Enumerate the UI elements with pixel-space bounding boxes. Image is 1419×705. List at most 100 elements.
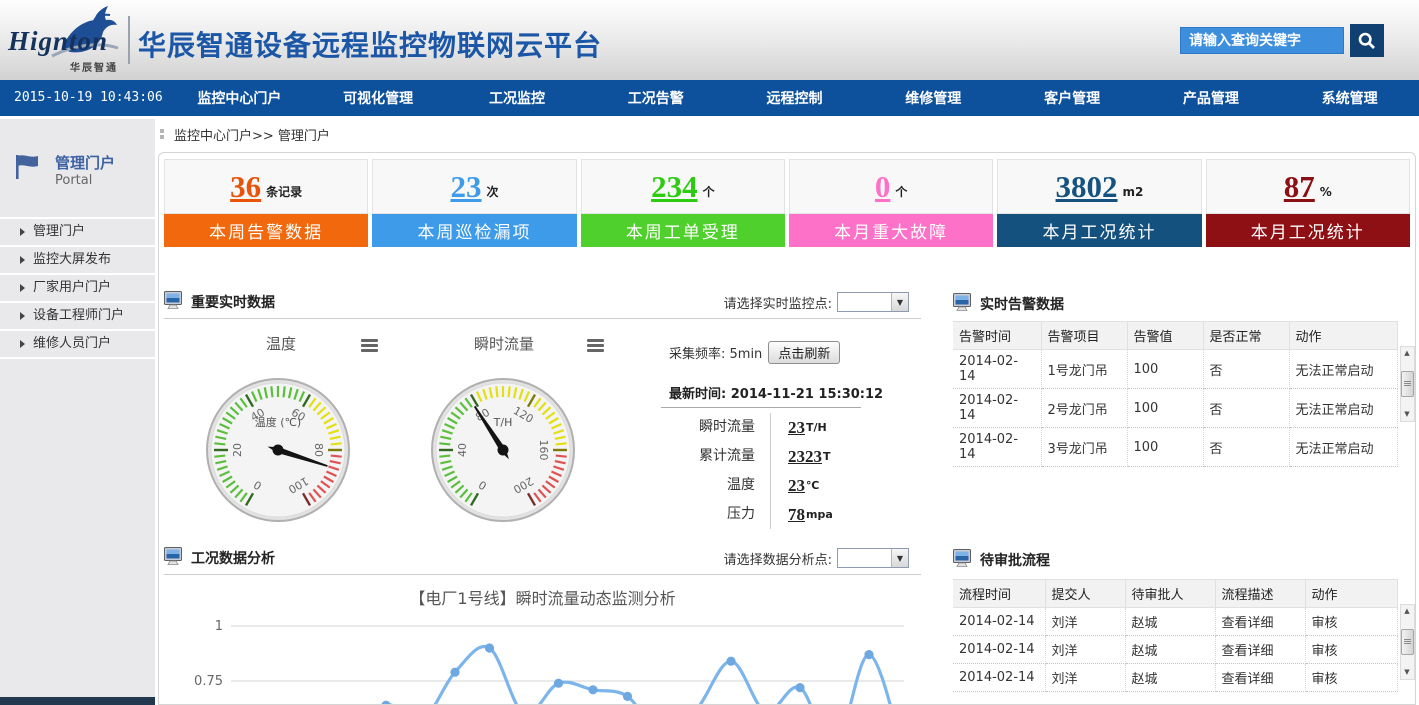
stat-card-label[interactable]: 本月重大故障 bbox=[789, 214, 993, 247]
table-cell: 无法正常启动 bbox=[1289, 350, 1397, 389]
scroll-up-icon[interactable]: ▲ bbox=[1404, 347, 1409, 360]
stat-unit: 次 bbox=[486, 183, 498, 200]
stat-card-5: 3802m2本月工况统计 bbox=[997, 159, 1201, 247]
nav-item-4[interactable]: 工况告警 bbox=[586, 80, 725, 116]
stat-card-label[interactable]: 本月工况统计 bbox=[997, 214, 1201, 247]
readings-list: 瞬时流量23T/H累计流量2323T温度23℃压力78mpa bbox=[654, 413, 869, 529]
nav-item-1[interactable]: 监控中心门户 bbox=[170, 80, 309, 116]
sidebar-item-3[interactable]: 厂家用户门户 bbox=[0, 275, 155, 303]
table-cell: 100 bbox=[1127, 350, 1203, 389]
scrollbar-track[interactable] bbox=[1401, 618, 1414, 666]
column-header: 告警值 bbox=[1127, 322, 1203, 350]
search-button[interactable] bbox=[1350, 24, 1384, 57]
stat-card-6: 87%本月工况统计 bbox=[1206, 159, 1410, 247]
stat-card-label[interactable]: 本周巡检漏项 bbox=[372, 214, 576, 247]
arrow-right-icon bbox=[20, 256, 25, 264]
stat-card-1: 36条记录本周告警数据 bbox=[164, 159, 368, 247]
stat-card-label[interactable]: 本周告警数据 bbox=[164, 214, 368, 247]
stat-card-value-area: 87% bbox=[1206, 159, 1410, 214]
svg-text:温度 (℃): 温度 (℃) bbox=[255, 415, 301, 429]
table-cell: 无法正常启动 bbox=[1289, 389, 1397, 428]
table-row[interactable]: 2014-02-142号龙门吊100否无法正常启动 bbox=[953, 389, 1397, 428]
scroll-down-icon[interactable]: ▼ bbox=[1404, 408, 1409, 421]
thumb-grip bbox=[1404, 381, 1411, 382]
table-cell: 100 bbox=[1127, 389, 1203, 428]
table-row[interactable]: 2014-02-14刘洋赵城查看详细审核 bbox=[953, 664, 1397, 692]
readings-divider bbox=[661, 407, 861, 408]
stat-card-value-area: 0个 bbox=[789, 159, 993, 214]
sidebar-item-5[interactable]: 维修人员门户 bbox=[0, 331, 155, 359]
scrollbar[interactable]: ▲▼ bbox=[1400, 346, 1415, 422]
monitor-point-select-label: 请选择实时监控点: bbox=[724, 293, 832, 312]
refresh-button[interactable]: 点击刷新 bbox=[768, 341, 840, 364]
stat-card-value-area: 36条记录 bbox=[164, 159, 368, 214]
chart-menu-icon[interactable] bbox=[361, 339, 378, 354]
nav-item-2[interactable]: 可视化管理 bbox=[309, 80, 448, 116]
nav-item-7[interactable]: 客户管理 bbox=[1003, 80, 1142, 116]
monitor-point-select-row: 请选择实时监控点: ▼ bbox=[724, 292, 909, 312]
approval-panel-title: 待审批流程 bbox=[980, 550, 1050, 570]
gauge1-title: 温度 bbox=[221, 333, 341, 354]
chart-menu-icon[interactable] bbox=[587, 339, 604, 354]
analysis-point-select[interactable]: ▼ bbox=[837, 548, 909, 568]
stat-card-label[interactable]: 本月工况统计 bbox=[1206, 214, 1410, 247]
scrollbar-thumb[interactable] bbox=[1401, 371, 1414, 397]
scrollbar-thumb[interactable] bbox=[1401, 629, 1414, 655]
logo-divider bbox=[128, 16, 130, 64]
reading-value: 2323 bbox=[771, 447, 822, 467]
page-header: Hignton 华辰智通 华辰智通设备远程监控物联网云平台 bbox=[0, 0, 1419, 80]
table-row[interactable]: 2014-02-14刘洋赵城查看详细审核 bbox=[953, 636, 1397, 664]
analysis-panel: 工况数据分析 请选择数据分析点: ▼ 【电厂1号线】瞬时流量动态监测分析 10.… bbox=[164, 545, 921, 704]
table-cell: 赵城 bbox=[1125, 664, 1215, 692]
scroll-down-icon[interactable]: ▼ bbox=[1404, 666, 1409, 679]
scroll-up-icon[interactable]: ▲ bbox=[1404, 605, 1409, 618]
reading-value: 23 bbox=[771, 418, 805, 438]
thumb-grip bbox=[1404, 383, 1411, 384]
reading-unit: T/H bbox=[806, 421, 827, 434]
svg-text:40: 40 bbox=[456, 443, 469, 457]
column-header: 流程描述 bbox=[1215, 580, 1305, 608]
svg-text:160: 160 bbox=[537, 440, 550, 461]
nav-item-9[interactable]: 系统管理 bbox=[1280, 80, 1419, 116]
table-cell: 无法正常启动 bbox=[1289, 428, 1397, 467]
table-cell: 审核 bbox=[1305, 664, 1397, 692]
monitor-point-select[interactable]: ▼ bbox=[837, 292, 909, 312]
analysis-panel-title: 工况数据分析 bbox=[191, 548, 275, 568]
thumb-grip bbox=[1404, 385, 1411, 386]
scrollbar[interactable]: ▲▼ bbox=[1400, 604, 1415, 680]
sidebar-footer-bar bbox=[0, 697, 155, 705]
search-input[interactable] bbox=[1180, 27, 1344, 54]
svg-text:80: 80 bbox=[312, 443, 325, 457]
alarm-panel-title: 实时告警数据 bbox=[980, 294, 1064, 314]
stat-card-label[interactable]: 本周工单受理 bbox=[581, 214, 785, 247]
column-header: 待审批人 bbox=[1125, 580, 1215, 608]
table-row[interactable]: 2014-02-14刘洋赵城查看详细审核 bbox=[953, 608, 1397, 636]
scrollbar-track[interactable] bbox=[1401, 360, 1414, 408]
sidebar-item-1[interactable]: 管理门户 bbox=[0, 219, 155, 247]
arrow-right-icon bbox=[20, 228, 25, 236]
table-row[interactable]: 2014-02-141号龙门吊100否无法正常启动 bbox=[953, 350, 1397, 389]
stat-unit: m2 bbox=[1123, 185, 1144, 199]
analysis-panel-header: 工况数据分析 请选择数据分析点: ▼ bbox=[164, 545, 921, 571]
logo[interactable]: Hignton 华辰智通 bbox=[8, 4, 128, 76]
column-header: 提交人 bbox=[1045, 580, 1125, 608]
column-header: 动作 bbox=[1305, 580, 1397, 608]
portal-title: 管理门户 bbox=[55, 152, 115, 173]
table-cell: 刘洋 bbox=[1045, 608, 1125, 636]
arrow-right-icon bbox=[20, 312, 25, 320]
nav-item-8[interactable]: 产品管理 bbox=[1141, 80, 1280, 116]
nav-item-5[interactable]: 远程控制 bbox=[725, 80, 864, 116]
svg-text:1: 1 bbox=[215, 619, 223, 634]
sidebar-item-2[interactable]: 监控大屏发布 bbox=[0, 247, 155, 275]
breadcrumb-text: 监控中心门户>> 管理门户 bbox=[174, 125, 330, 144]
table-cell: 刘洋 bbox=[1045, 664, 1125, 692]
table-cell: 赵城 bbox=[1125, 636, 1215, 664]
nav-item-6[interactable]: 维修管理 bbox=[864, 80, 1003, 116]
sidebar-item-4[interactable]: 设备工程师门户 bbox=[0, 303, 155, 331]
table-cell: 审核 bbox=[1305, 608, 1397, 636]
sidebar-item-label: 监控大屏发布 bbox=[33, 246, 111, 274]
gauge2-title: 瞬时流量 bbox=[444, 333, 564, 354]
alarm-panel-header: 实时告警数据 bbox=[953, 291, 1415, 317]
nav-item-3[interactable]: 工况监控 bbox=[448, 80, 587, 116]
table-row[interactable]: 2014-02-143号龙门吊100否无法正常启动 bbox=[953, 428, 1397, 467]
